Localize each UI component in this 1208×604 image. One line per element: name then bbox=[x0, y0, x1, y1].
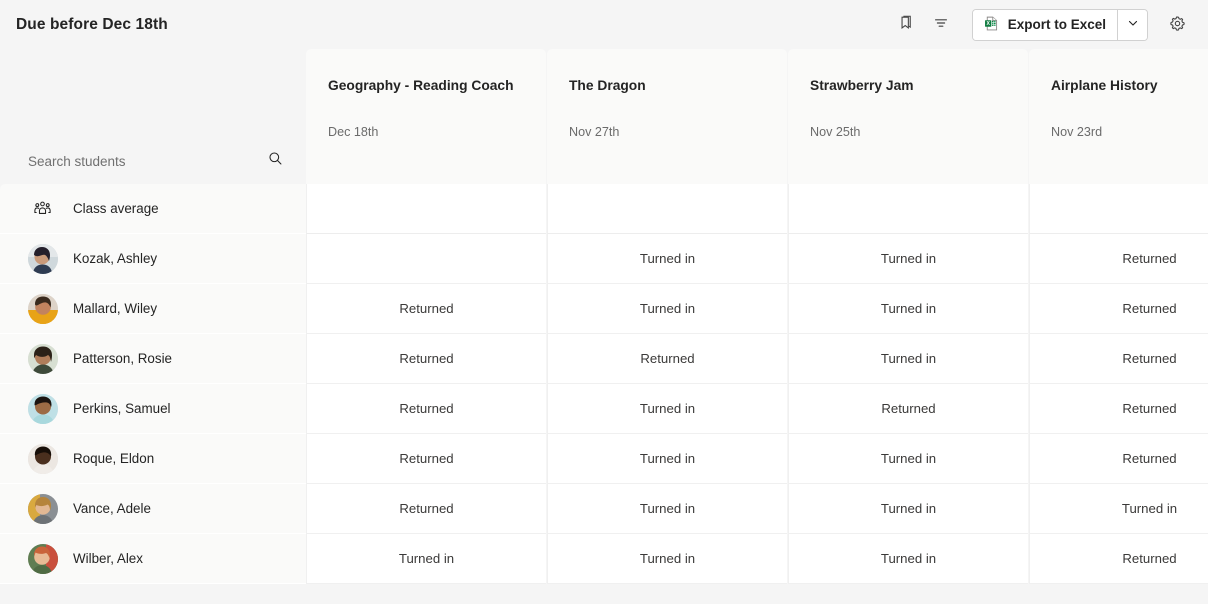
student-name: Mallard, Wiley bbox=[73, 301, 157, 316]
status-cell[interactable]: Returned bbox=[1029, 534, 1208, 584]
student-name: Roque, Eldon bbox=[73, 451, 154, 466]
class-average-row: Class average bbox=[0, 184, 1208, 234]
status-cell[interactable]: Turned in bbox=[547, 234, 787, 284]
status-cell[interactable]: Returned bbox=[1029, 434, 1208, 484]
status-cell[interactable]: Turned in bbox=[547, 534, 787, 584]
export-to-excel-button[interactable]: X Export to Excel bbox=[973, 10, 1117, 40]
svg-text:X: X bbox=[986, 21, 990, 27]
status-cell[interactable]: Turned in bbox=[547, 484, 787, 534]
student-name-cell[interactable]: Wilber, Alex bbox=[0, 534, 306, 584]
settings-button[interactable] bbox=[1160, 8, 1194, 42]
gradebook-board: Geography - Reading Coach Dec 18th The D… bbox=[0, 49, 1208, 604]
class-average-value[interactable] bbox=[788, 184, 1028, 234]
status-cell[interactable]: Returned bbox=[306, 484, 546, 534]
student-name: Vance, Adele bbox=[73, 501, 151, 516]
table-row: Patterson, Rosie Returned Returned Turne… bbox=[0, 334, 1208, 384]
status-cell[interactable]: Turned in bbox=[788, 534, 1028, 584]
column-title: Strawberry Jam bbox=[810, 77, 1006, 95]
status-cell[interactable]: Turned in bbox=[1029, 484, 1208, 534]
status-cell[interactable]: Turned in bbox=[547, 384, 787, 434]
search-icon[interactable] bbox=[267, 150, 284, 172]
status-cell[interactable]: Turned in bbox=[306, 534, 546, 584]
filter-icon bbox=[932, 14, 950, 35]
grid-body: Class average Kozak, Ashley Turned in Tu… bbox=[0, 184, 1208, 584]
table-row: Kozak, Ashley Turned in Turned in Return… bbox=[0, 234, 1208, 284]
avatar bbox=[28, 294, 58, 324]
status-cell[interactable]: Returned bbox=[306, 384, 546, 434]
table-row: Roque, Eldon Returned Turned in Turned i… bbox=[0, 434, 1208, 484]
filter-button[interactable] bbox=[924, 8, 958, 42]
status-cell[interactable]: Turned in bbox=[547, 434, 787, 484]
column-title: Airplane History bbox=[1051, 77, 1208, 95]
student-name: Perkins, Samuel bbox=[73, 401, 171, 416]
export-split-button: X Export to Excel bbox=[972, 9, 1148, 41]
column-header-2[interactable]: Strawberry Jam Nov 25th bbox=[788, 49, 1028, 184]
status-cell[interactable] bbox=[306, 234, 546, 284]
search-students-box[interactable] bbox=[28, 146, 284, 176]
student-name-cell[interactable]: Mallard, Wiley bbox=[0, 284, 306, 334]
bookmark-button[interactable] bbox=[890, 8, 924, 42]
column-due-date: Nov 23rd bbox=[1051, 125, 1208, 139]
search-area bbox=[0, 49, 306, 184]
student-name-cell[interactable]: Perkins, Samuel bbox=[0, 384, 306, 434]
column-title: Geography - Reading Coach bbox=[328, 77, 524, 95]
status-cell[interactable]: Returned bbox=[1029, 234, 1208, 284]
class-average-value[interactable] bbox=[306, 184, 546, 234]
search-input[interactable] bbox=[28, 154, 267, 169]
student-name: Kozak, Ashley bbox=[73, 251, 157, 266]
status-cell[interactable]: Turned in bbox=[788, 334, 1028, 384]
student-name-cell[interactable]: Kozak, Ashley bbox=[0, 234, 306, 284]
status-cell[interactable]: Returned bbox=[1029, 284, 1208, 334]
status-cell[interactable]: Returned bbox=[306, 284, 546, 334]
excel-icon: X bbox=[983, 15, 1000, 35]
student-name-cell[interactable]: Vance, Adele bbox=[0, 484, 306, 534]
column-header-3[interactable]: Airplane History Nov 23rd bbox=[1029, 49, 1208, 184]
avatar bbox=[28, 444, 58, 474]
avatar bbox=[28, 394, 58, 424]
class-average-value[interactable] bbox=[1029, 184, 1208, 234]
column-title: The Dragon bbox=[569, 77, 765, 95]
table-row: Vance, Adele Returned Turned in Turned i… bbox=[0, 484, 1208, 534]
column-header-1[interactable]: The Dragon Nov 27th bbox=[547, 49, 787, 184]
class-average-label: Class average bbox=[73, 201, 159, 216]
status-cell[interactable]: Turned in bbox=[788, 434, 1028, 484]
status-cell[interactable]: Returned bbox=[547, 334, 787, 384]
bookmark-icon bbox=[898, 14, 916, 35]
student-name-cell[interactable]: Roque, Eldon bbox=[0, 434, 306, 484]
class-average-cell[interactable]: Class average bbox=[0, 184, 306, 234]
student-name: Patterson, Rosie bbox=[73, 351, 172, 366]
class-average-value[interactable] bbox=[547, 184, 787, 234]
table-row: Perkins, Samuel Returned Turned in Retur… bbox=[0, 384, 1208, 434]
avatar bbox=[28, 544, 58, 574]
status-cell[interactable]: Returned bbox=[1029, 334, 1208, 384]
status-cell[interactable]: Turned in bbox=[547, 284, 787, 334]
column-due-date: Dec 18th bbox=[328, 125, 524, 139]
student-name: Wilber, Alex bbox=[73, 551, 143, 566]
people-group-icon bbox=[32, 199, 52, 219]
student-name-cell[interactable]: Patterson, Rosie bbox=[0, 334, 306, 384]
table-row: Wilber, Alex Turned in Turned in Turned … bbox=[0, 534, 1208, 584]
gear-icon bbox=[1168, 14, 1187, 36]
status-cell[interactable]: Turned in bbox=[788, 284, 1028, 334]
status-cell[interactable]: Returned bbox=[788, 384, 1028, 434]
status-cell[interactable]: Turned in bbox=[788, 484, 1028, 534]
page-title: Due before Dec 18th bbox=[16, 16, 168, 34]
column-header-0[interactable]: Geography - Reading Coach Dec 18th bbox=[306, 49, 546, 184]
status-cell[interactable]: Returned bbox=[1029, 384, 1208, 434]
column-due-date: Nov 27th bbox=[569, 125, 765, 139]
status-cell[interactable]: Returned bbox=[306, 434, 546, 484]
avatar bbox=[28, 494, 58, 524]
toolbar-actions: X Export to Excel bbox=[890, 8, 1194, 42]
avatar bbox=[28, 244, 58, 274]
avatar bbox=[28, 344, 58, 374]
top-toolbar: Due before Dec 18th bbox=[0, 0, 1208, 49]
column-due-date: Nov 25th bbox=[810, 125, 1006, 139]
chevron-down-icon bbox=[1127, 16, 1139, 34]
export-dropdown-button[interactable] bbox=[1117, 10, 1147, 40]
export-to-excel-label: Export to Excel bbox=[1008, 17, 1106, 32]
table-row: Mallard, Wiley Returned Turned in Turned… bbox=[0, 284, 1208, 334]
status-cell[interactable]: Turned in bbox=[788, 234, 1028, 284]
column-header-row: Geography - Reading Coach Dec 18th The D… bbox=[0, 49, 1208, 184]
status-cell[interactable]: Returned bbox=[306, 334, 546, 384]
